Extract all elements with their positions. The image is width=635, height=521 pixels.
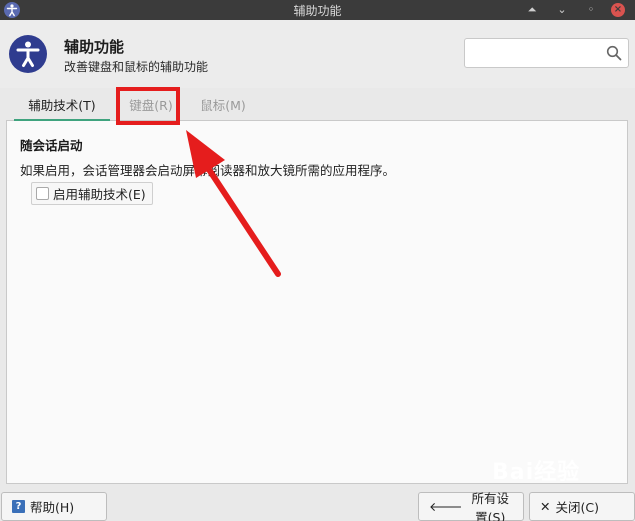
- close-icon: ×: [611, 3, 625, 17]
- search-input[interactable]: [471, 44, 601, 62]
- enable-assistive-tech-checkbox[interactable]: 启用辅助技术(E): [31, 182, 153, 205]
- footer: ? 帮助(H) 🡐 所有设置(S) ✕ 关闭(C): [0, 490, 635, 521]
- section-description: 如果启用，会话管理器会启动屏幕阅读器和放大镜所需的应用程序。: [20, 163, 396, 178]
- close-x-icon: ✕: [540, 499, 551, 514]
- help-button-label: 帮助(H): [30, 500, 75, 515]
- tab-assistive-tech[interactable]: 辅助技术(T): [14, 92, 110, 122]
- highlight-box: [116, 87, 180, 125]
- checkbox-box[interactable]: [36, 187, 49, 200]
- minimize-icon[interactable]: ⌄: [552, 0, 572, 20]
- accessibility-icon: [9, 35, 47, 73]
- all-settings-label: 所有设置(S): [471, 490, 510, 521]
- search-box[interactable]: [464, 38, 629, 68]
- help-icon: ?: [12, 500, 25, 513]
- search-icon[interactable]: [606, 45, 622, 61]
- shade-icon[interactable]: ⏶: [522, 0, 542, 20]
- maximize-icon[interactable]: ◦: [581, 0, 601, 20]
- section-title: 随会话启动: [20, 138, 83, 153]
- checkbox-label: 启用辅助技术(E): [53, 187, 146, 202]
- help-button[interactable]: ? 帮助(H): [1, 492, 107, 521]
- tab-panel: 随会话启动 如果启用，会话管理器会启动屏幕阅读器和放大镜所需的应用程序。 启用辅…: [6, 121, 628, 484]
- header: 辅助功能 改善键盘和鼠标的辅助功能: [0, 20, 635, 88]
- all-settings-button[interactable]: 🡐 所有设置(S): [418, 491, 524, 521]
- tab-bar: 辅助技术(T) 键盘(R) 鼠标(M): [6, 92, 628, 122]
- window-titlebar: 辅助功能 ⏶ ⌄ ◦ ×: [0, 0, 635, 20]
- back-arrow-icon: 🡐: [429, 498, 463, 514]
- page-subtitle: 改善键盘和鼠标的辅助功能: [64, 60, 209, 74]
- close-window-button[interactable]: ×: [609, 0, 629, 20]
- close-button[interactable]: ✕ 关闭(C): [529, 492, 635, 521]
- close-button-label: 关闭(C): [555, 500, 599, 515]
- tab-mouse[interactable]: 鼠标(M): [192, 92, 254, 121]
- tab-label: 鼠标(M): [200, 98, 246, 113]
- page-title: 辅助功能: [64, 38, 125, 56]
- watermark: Bai经验: [492, 460, 581, 485]
- tab-label: 辅助技术(T): [28, 98, 96, 113]
